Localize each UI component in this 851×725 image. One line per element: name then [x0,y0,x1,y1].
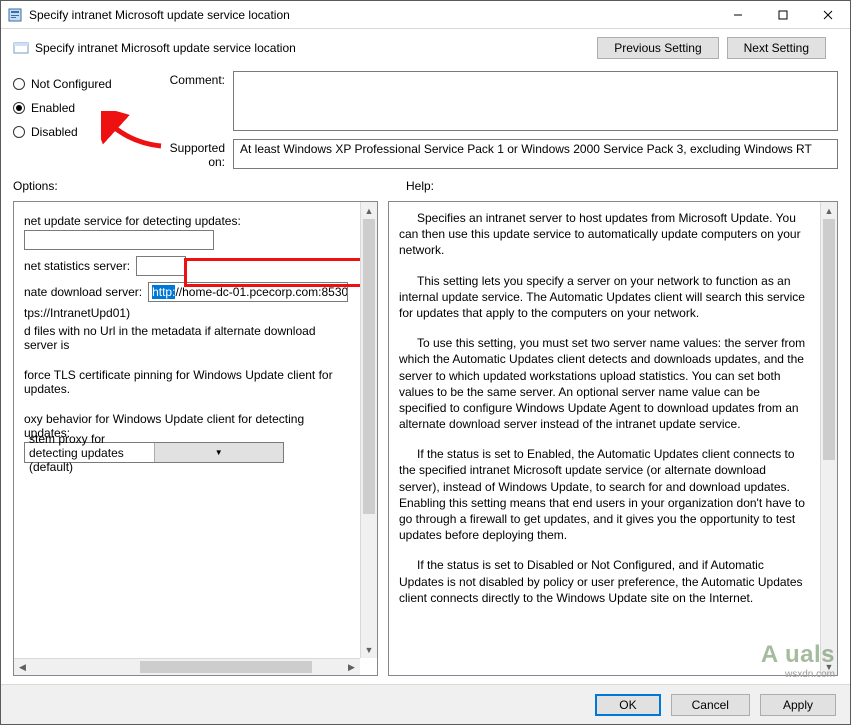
comment-label: Comment: [153,71,233,131]
supported-label: Supported on: [153,139,233,169]
help-pane: Specifies an intranet server to host upd… [388,201,838,676]
scroll-down-icon[interactable]: ▼ [821,658,837,675]
supported-text: At least Windows XP Professional Service… [233,139,838,169]
help-paragraph: If the status is set to Disabled or Not … [399,557,808,606]
policy-header-icon [13,40,29,56]
config-area: Not Configured Enabled Disabled Comment:… [1,63,850,169]
radio-enabled[interactable]: Enabled [13,101,153,115]
help-paragraph: Specifies an intranet server to host upd… [399,210,808,259]
policy-header: Specify intranet Microsoft update servic… [1,29,850,63]
window-title: Specify intranet Microsoft update servic… [29,8,715,22]
radio-label: Not Configured [31,77,112,91]
split-panes: net update service for detecting updates… [1,195,850,684]
alt-url-rest: //home-dc-01.pcecorp.com:8530/te [175,285,348,299]
help-paragraph: To use this setting, you must set two se… [399,335,808,432]
opt-tls-label: force TLS certificate pinning for Window… [24,368,348,396]
example-text: tps://IntranetUpd01) [24,306,348,320]
radio-icon [13,78,25,90]
opt-nourl-label: d files with no Url in the metadata if a… [24,324,348,352]
alternate-download-input[interactable]: http://home-dc-01.pcecorp.com:8530/te [148,282,348,302]
scroll-left-icon[interactable]: ◀ [14,662,31,673]
help-paragraph: This setting lets you specify a server o… [399,273,808,322]
stats-url-input[interactable] [136,256,186,276]
scroll-up-icon[interactable]: ▲ [361,202,377,219]
policy-icon [7,7,23,23]
comment-textarea[interactable] [233,71,838,131]
radio-icon [13,126,25,138]
radio-label: Disabled [31,125,78,139]
help-paragraph: If the status is set to Enabled, the Aut… [399,446,808,543]
previous-setting-button[interactable]: Previous Setting [597,37,718,59]
scroll-up-icon[interactable]: ▲ [821,202,837,219]
button-bar: OK Cancel Apply [1,684,850,724]
opt-altdl-label: nate download server: [24,285,142,299]
opt-stats-label: net statistics server: [24,259,130,273]
section-labels: Options: Help: [1,169,850,195]
apply-button[interactable]: Apply [760,694,836,716]
radio-label: Enabled [31,101,75,115]
state-radio-group: Not Configured Enabled Disabled [13,71,153,169]
proxy-dropdown-value: stem proxy for detecting updates (defaul… [25,432,154,474]
options-vscrollbar[interactable]: ▲ ▼ [360,202,377,658]
close-button[interactable] [805,1,850,28]
cancel-button[interactable]: Cancel [671,694,750,716]
proxy-behavior-dropdown[interactable]: stem proxy for detecting updates (defaul… [24,442,284,463]
scroll-down-icon[interactable]: ▼ [361,641,377,658]
policy-dialog: Specify intranet Microsoft update servic… [0,0,851,725]
radio-disabled[interactable]: Disabled [13,125,153,139]
options-hscrollbar[interactable]: ◀ ▶ [14,658,360,675]
window-controls [715,1,850,28]
minimize-button[interactable] [715,1,760,28]
chevron-down-icon: ▼ [154,443,284,462]
radio-icon [13,102,25,114]
scroll-right-icon[interactable]: ▶ [343,662,360,673]
help-vscrollbar[interactable]: ▲ ▼ [820,202,837,675]
detect-url-input[interactable] [24,230,214,250]
maximize-button[interactable] [760,1,805,28]
options-pane: net update service for detecting updates… [13,201,378,676]
titlebar: Specify intranet Microsoft update servic… [1,1,850,29]
alt-url-selection: http: [152,285,175,299]
options-section-label: Options: [13,179,388,193]
next-setting-button[interactable]: Next Setting [727,37,826,59]
radio-not-configured[interactable]: Not Configured [13,77,153,91]
policy-header-title: Specify intranet Microsoft update servic… [35,41,296,55]
help-section-label: Help: [406,179,434,193]
opt-detect-label: net update service for detecting updates… [24,214,348,228]
ok-button[interactable]: OK [595,694,660,716]
